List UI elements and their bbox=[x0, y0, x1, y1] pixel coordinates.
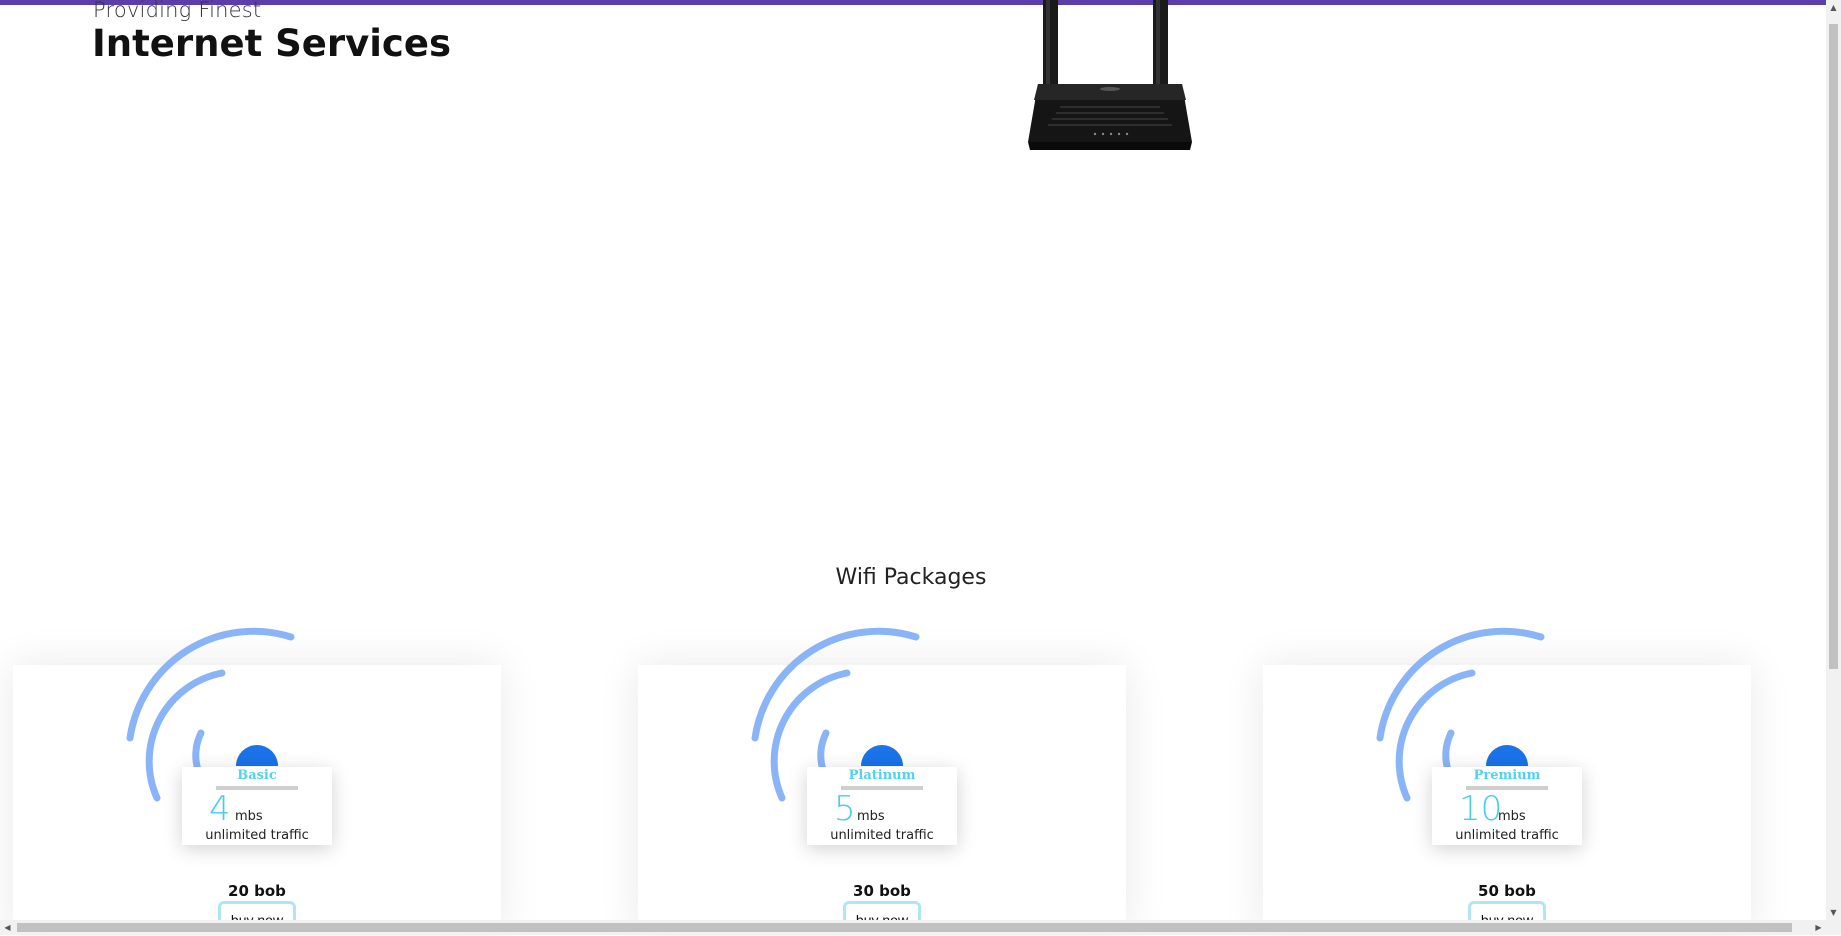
plan-speed: 10 bbox=[1459, 789, 1503, 829]
plan-name: Premium bbox=[1473, 768, 1541, 783]
scrollbar-thumb[interactable] bbox=[17, 923, 1792, 932]
vertical-scrollbar[interactable]: ▲ ▼ bbox=[1826, 0, 1841, 920]
speed-unit: mbs bbox=[857, 809, 885, 824]
plan-name: Basic bbox=[237, 768, 277, 783]
scroll-down-icon[interactable]: ▼ bbox=[1826, 905, 1841, 920]
package-badge: Premium 10 mbs unlimited traffic bbox=[1432, 767, 1582, 845]
scroll-up-icon[interactable]: ▲ bbox=[1826, 0, 1841, 15]
plan-traffic: unlimited traffic bbox=[830, 828, 934, 843]
package-badge: Basic 4 mbs unlimited traffic bbox=[182, 767, 332, 845]
scrollbar-thumb[interactable] bbox=[1829, 24, 1838, 669]
plan-traffic: unlimited traffic bbox=[205, 828, 309, 843]
router-image bbox=[1028, 0, 1192, 150]
plan-traffic: unlimited traffic bbox=[1455, 828, 1559, 843]
scroll-left-icon[interactable]: ◀ bbox=[0, 920, 15, 935]
plan-price: 20 bob bbox=[228, 882, 286, 900]
speed-unit: mbs bbox=[235, 809, 263, 824]
hero-subtitle: Providing Finest bbox=[93, 0, 262, 22]
scroll-right-icon[interactable]: ▶ bbox=[1811, 920, 1826, 935]
package-badge: Platinum 5 mbs unlimited traffic bbox=[807, 767, 957, 845]
hero-title: Internet Services bbox=[92, 22, 451, 65]
plan-speed: 4 bbox=[209, 789, 231, 829]
section-title: Wifi Packages bbox=[835, 565, 987, 590]
plan-price: 50 bob bbox=[1478, 882, 1536, 900]
top-accent-bar bbox=[0, 0, 1841, 5]
horizontal-scrollbar[interactable]: ◀ ▶ bbox=[0, 920, 1841, 935]
plan-name: Platinum bbox=[848, 768, 916, 783]
speed-unit: mbs bbox=[1498, 809, 1526, 824]
plan-speed: 5 bbox=[834, 789, 856, 829]
plan-price: 30 bob bbox=[853, 882, 911, 900]
